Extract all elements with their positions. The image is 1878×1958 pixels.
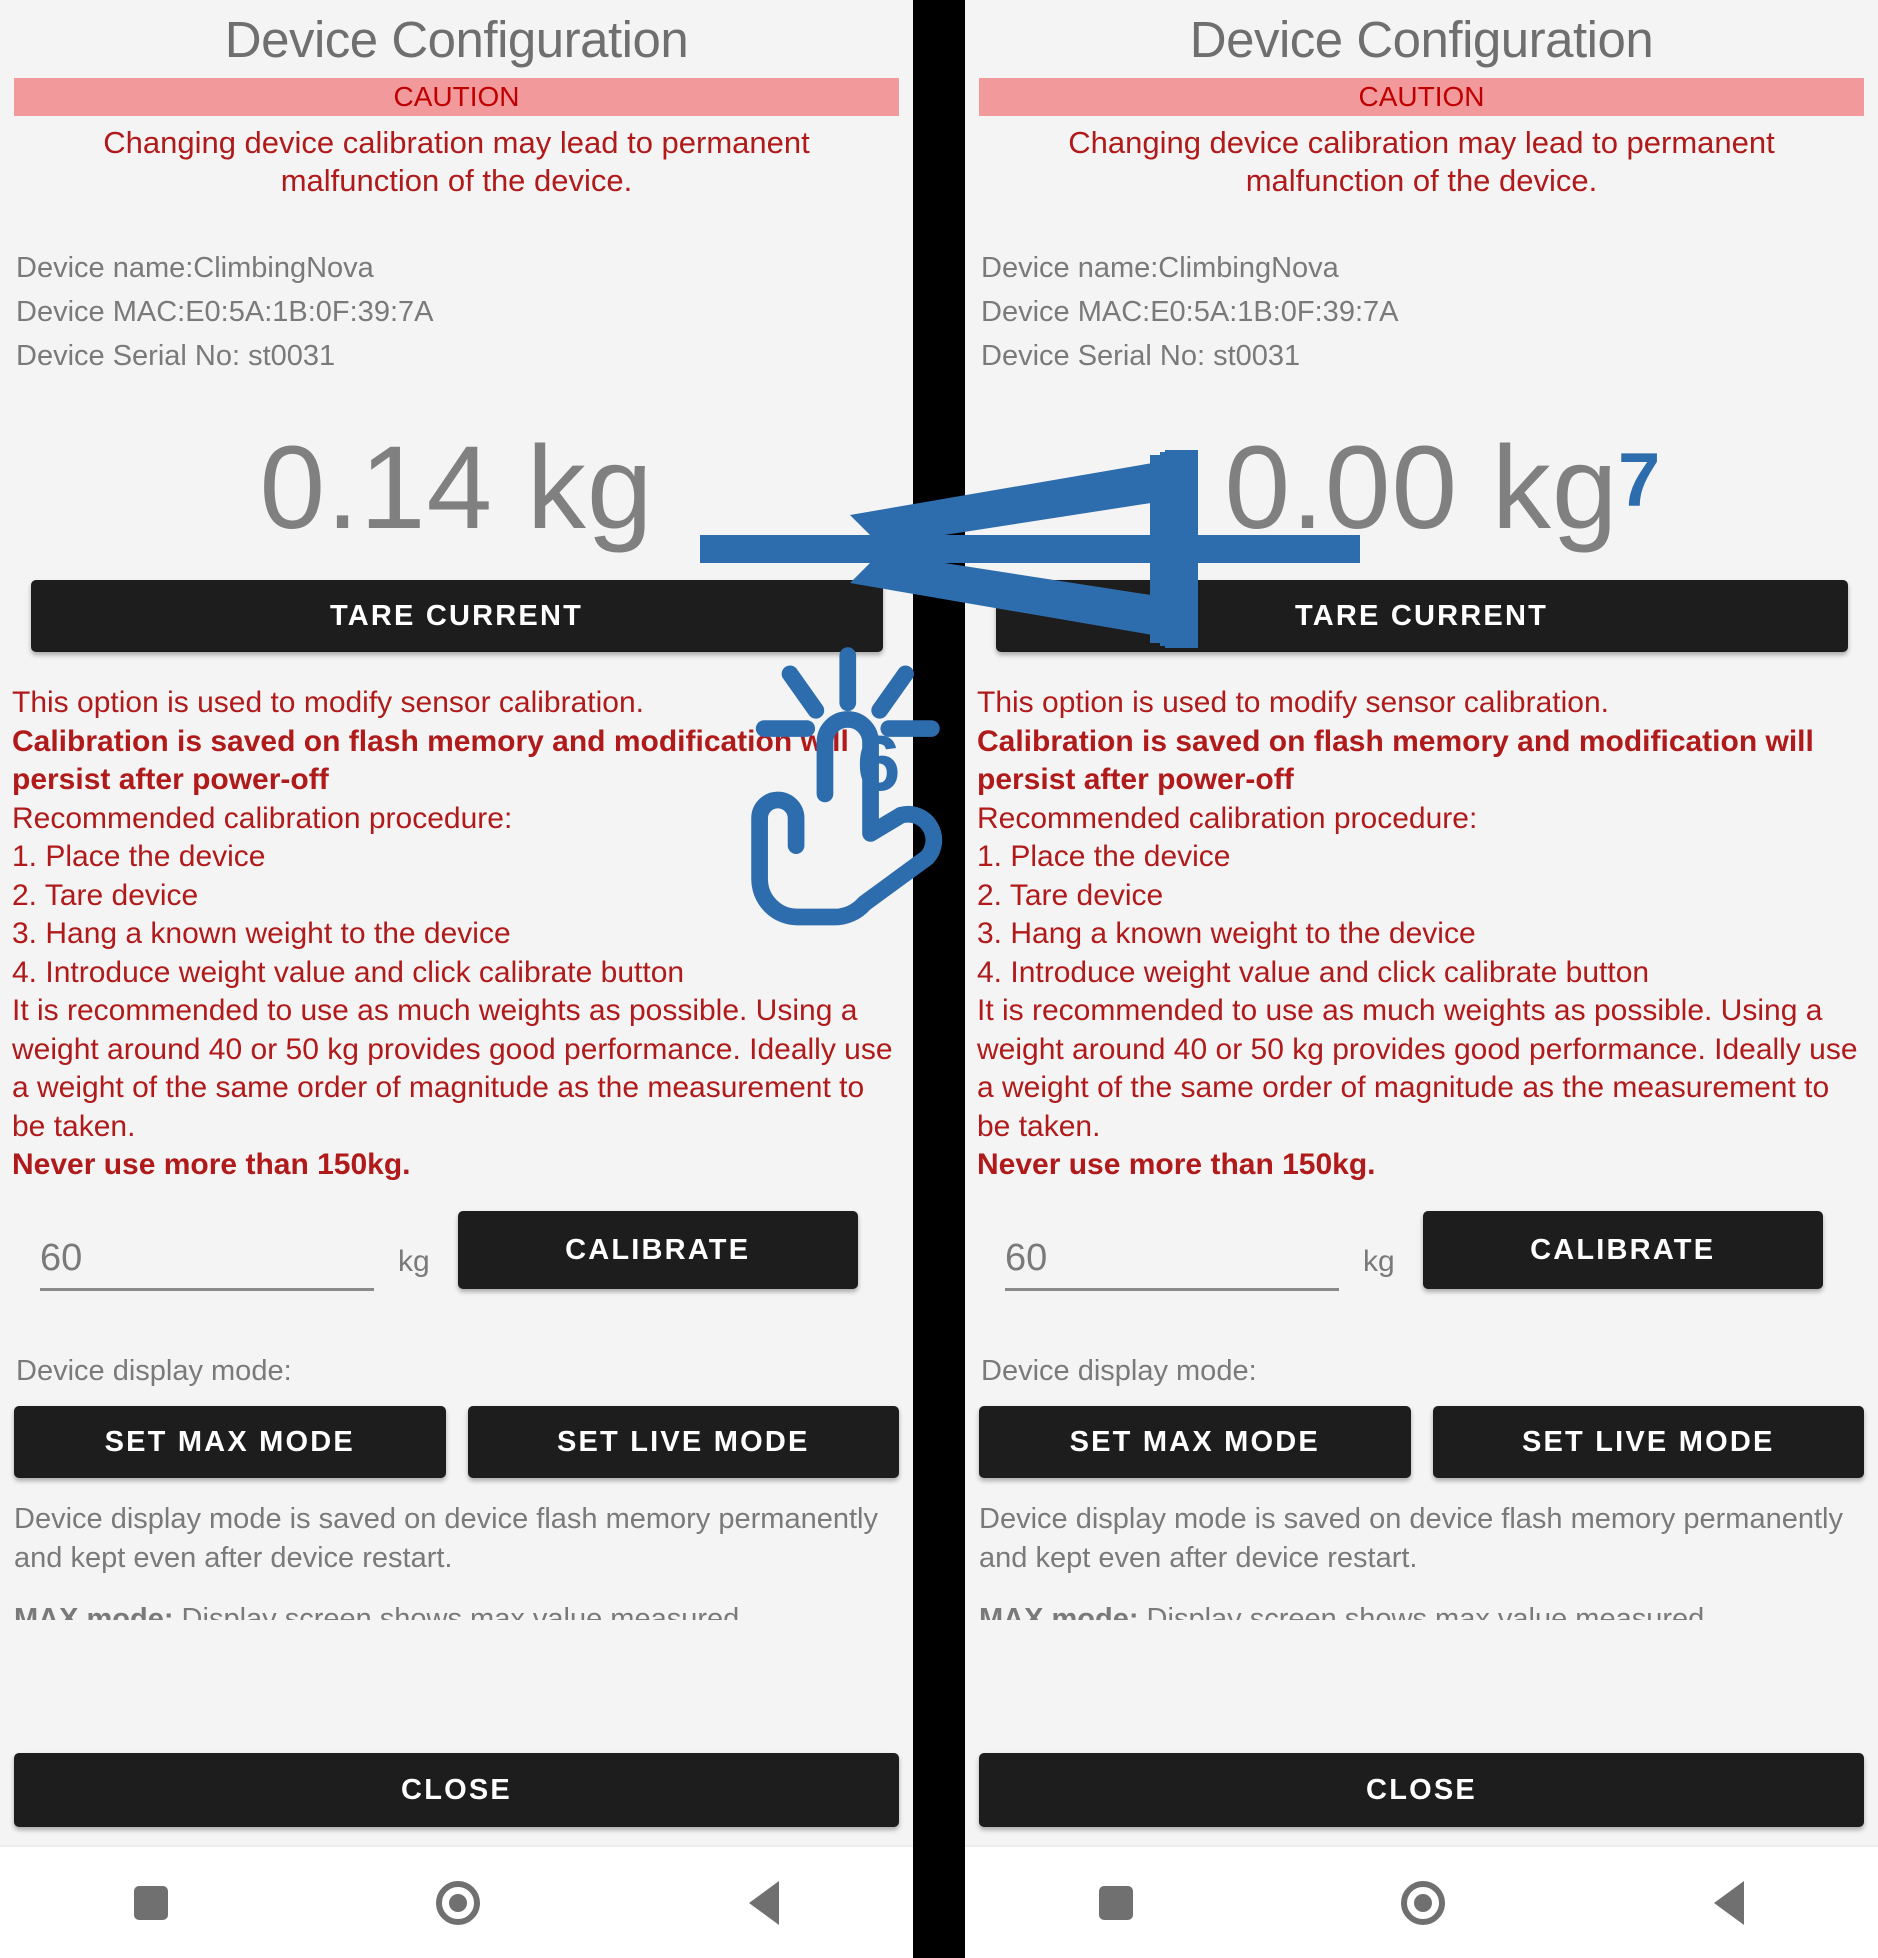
android-navigation-bar [0,1845,913,1958]
recents-square-icon[interactable] [134,1885,169,1920]
device-name: Device name:ClimbingNova [16,252,374,284]
calibration-unit-label: kg [398,1244,430,1278]
device-info-block: Device name:ClimbingNova Device MAC:E0:5… [981,246,1878,378]
calibrate-button[interactable]: CALIBRATE [457,1210,858,1289]
instruction-bold-2: Never use more than 150kg. [12,1148,411,1181]
max-mode-term: MAX mode: [979,1602,1139,1620]
instruction-procedure-heading: Recommended calibration procedure: [977,801,1478,835]
calibration-input-row: kg CALIBRATE [14,1210,899,1291]
tare-current-button[interactable]: TARE CURRENT [995,580,1848,652]
instruction-line-1: This option is used to modify sensor cal… [977,686,1609,719]
close-button[interactable]: CLOSE [979,1753,1864,1827]
max-mode-description: Display screen shows max value measured [1138,1602,1705,1620]
close-button[interactable]: CLOSE [14,1753,899,1827]
instruction-step-1: 1. Place the device [12,840,266,873]
weight-readout: 0.00 kg [1224,422,1619,554]
weight-readout: 0.14 kg [259,422,654,554]
device-configuration-screen-left: Device Configuration CAUTION Changing de… [0,0,913,1845]
page-title: Device Configuration [1189,11,1654,68]
home-circle-icon[interactable] [436,1880,481,1925]
set-live-mode-button[interactable]: SET LIVE MODE [467,1405,899,1478]
calibration-instructions: This option is used to modify sensor cal… [12,684,901,1185]
device-configuration-screen-right: Device Configuration CAUTION Changing de… [965,0,1878,1845]
instruction-bold-2: Never use more than 150kg. [977,1148,1376,1181]
device-serial: Device Serial No: st0031 [981,340,1301,372]
android-navigation-bar [965,1845,1878,1958]
device-mac: Device MAC:E0:5A:1B:0F:39:7A [981,296,1399,328]
calibration-weight-field-wrapper[interactable] [40,1236,374,1291]
instruction-line-3: It is recommended to use as much weights… [12,994,893,1143]
instruction-step-2: 2. Tare device [12,878,199,912]
phone-panel-before: Device Configuration CAUTION Changing de… [0,0,913,1958]
display-mode-button-row: SET MAX MODE SET LIVE MODE [14,1405,899,1478]
calibration-instructions: This option is used to modify sensor cal… [977,684,1866,1185]
device-mac: Device MAC:E0:5A:1B:0F:39:7A [16,296,434,328]
display-mode-note: Device display mode is saved on device f… [979,1502,1843,1574]
max-mode-description: Display screen shows max value measured [173,1602,740,1620]
calibration-weight-field-wrapper[interactable] [1005,1236,1339,1291]
device-info-block: Device name:ClimbingNova Device MAC:E0:5… [16,246,913,378]
device-name: Device name:ClimbingNova [981,252,1339,284]
instruction-bold-1: Calibration is saved on flash memory and… [977,724,1814,797]
instruction-step-3: 3. Hang a known weight to the device [12,917,511,950]
display-mode-button-row: SET MAX MODE SET LIVE MODE [979,1405,1864,1478]
instruction-line-3: It is recommended to use as much weights… [977,994,1858,1143]
phone-panel-after: Device Configuration CAUTION Changing de… [965,0,1878,1958]
display-mode-note: Device display mode is saved on device f… [14,1502,878,1574]
instruction-step-1: 1. Place the device [977,840,1231,873]
device-serial: Device Serial No: st0031 [16,340,336,372]
calibrate-button[interactable]: CALIBRATE [1422,1210,1823,1289]
calibration-unit-label: kg [1363,1244,1395,1278]
recents-square-icon[interactable] [1099,1885,1134,1920]
comparison-screenshot: Device Configuration CAUTION Changing de… [0,0,1878,1958]
set-max-mode-button[interactable]: SET MAX MODE [14,1405,446,1478]
set-max-mode-button[interactable]: SET MAX MODE [979,1405,1411,1478]
calibration-input-row: kg CALIBRATE [979,1210,1864,1291]
instruction-step-3: 3. Hang a known weight to the device [977,917,1476,950]
tare-current-button[interactable]: TARE CURRENT [30,580,883,652]
instruction-bold-1: Calibration is saved on flash memory and… [12,724,849,797]
display-mode-note-clipped: MAX mode: Display screen shows max value… [14,1600,899,1620]
back-triangle-icon[interactable] [1713,1880,1744,1925]
instruction-step-2: 2. Tare device [977,878,1164,912]
instruction-step-4: 4. Introduce weight value and click cali… [977,955,1650,989]
calibration-weight-input[interactable] [1005,1236,1339,1280]
home-circle-icon[interactable] [1401,1880,1446,1925]
caution-banner: CAUTION [979,78,1864,116]
page-title: Device Configuration [224,11,689,68]
caution-message: Changing device calibration may lead to … [103,125,810,198]
set-live-mode-button[interactable]: SET LIVE MODE [1432,1405,1864,1478]
instruction-step-4: 4. Introduce weight value and click cali… [12,955,685,989]
caution-banner: CAUTION [14,78,899,116]
instruction-procedure-heading: Recommended calibration procedure: [12,801,513,835]
back-triangle-icon[interactable] [748,1880,779,1925]
calibration-weight-input[interactable] [40,1236,374,1280]
display-mode-note-clipped: MAX mode: Display screen shows max value… [979,1600,1864,1620]
display-mode-label: Device display mode: [16,1354,292,1387]
max-mode-term: MAX mode: [14,1602,174,1620]
display-mode-label: Device display mode: [981,1354,1257,1387]
caution-message: Changing device calibration may lead to … [1068,125,1775,198]
instruction-line-1: This option is used to modify sensor cal… [12,686,644,719]
